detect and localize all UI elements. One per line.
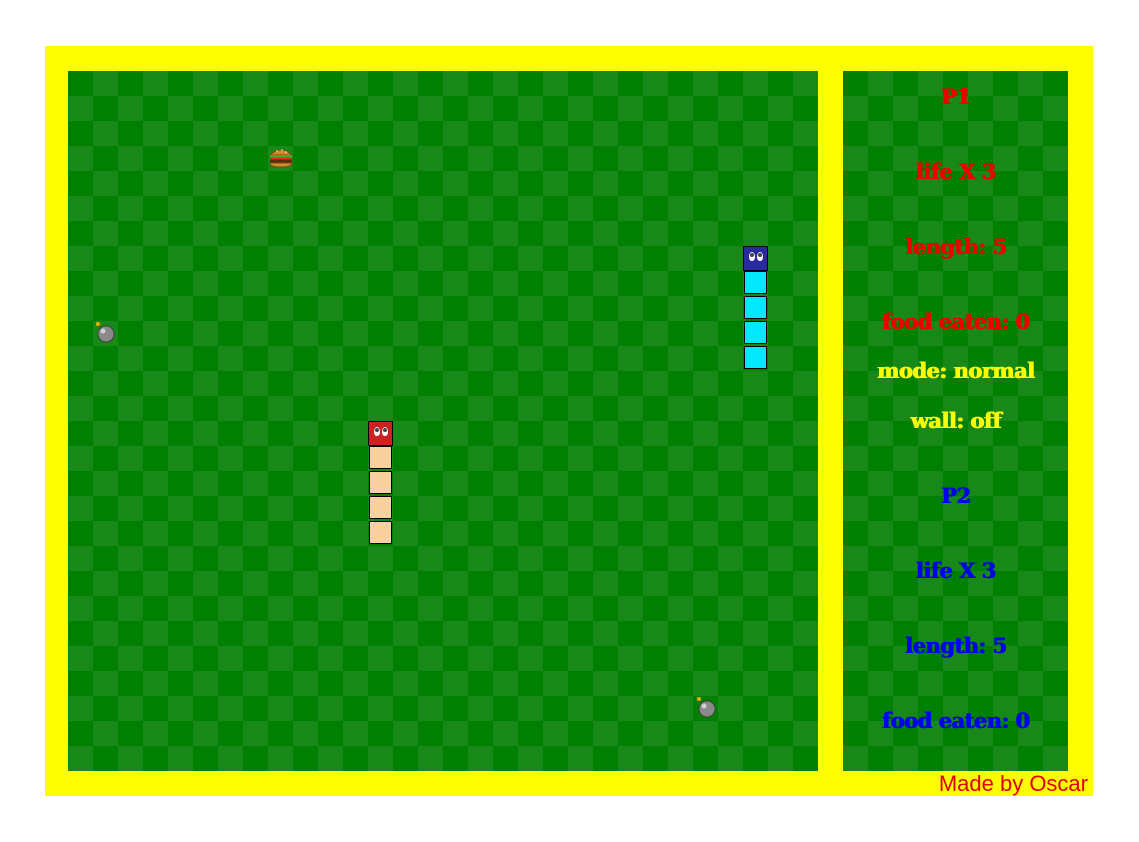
p1-length: length: 5 [904,234,1007,259]
snake-p2-body-segment [744,321,767,344]
wall-label: wall: off [910,408,1001,433]
bomb-icon [96,322,115,343]
credit-label: Made by Oscar [938,771,1088,796]
p1-title: P1 [940,84,971,109]
snake-p2-body-segment [744,271,767,294]
snake-p1-head [368,421,393,446]
p1-food-eaten: food eaten: 0 [881,309,1030,334]
burger-icon [268,149,294,168]
mode-label: mode: normal [876,358,1035,383]
bomb-icon [697,697,716,718]
snake-p1-body-segment [369,446,392,469]
snake-p2-head [743,246,768,271]
snake-p1-body-segment [369,496,392,519]
snake-p2-body-segment [744,346,767,369]
p2-life: life X 3 [915,558,996,583]
snake-p1-body-segment [369,471,392,494]
snake-p2-body-segment [744,296,767,319]
p1-life: life X 3 [915,159,996,184]
p2-length: length: 5 [904,633,1007,658]
game-board[interactable] [68,71,818,771]
snake-p1-body-segment [369,521,392,544]
p2-food-eaten: food eaten: 0 [881,708,1030,733]
p2-title: P2 [940,483,971,508]
